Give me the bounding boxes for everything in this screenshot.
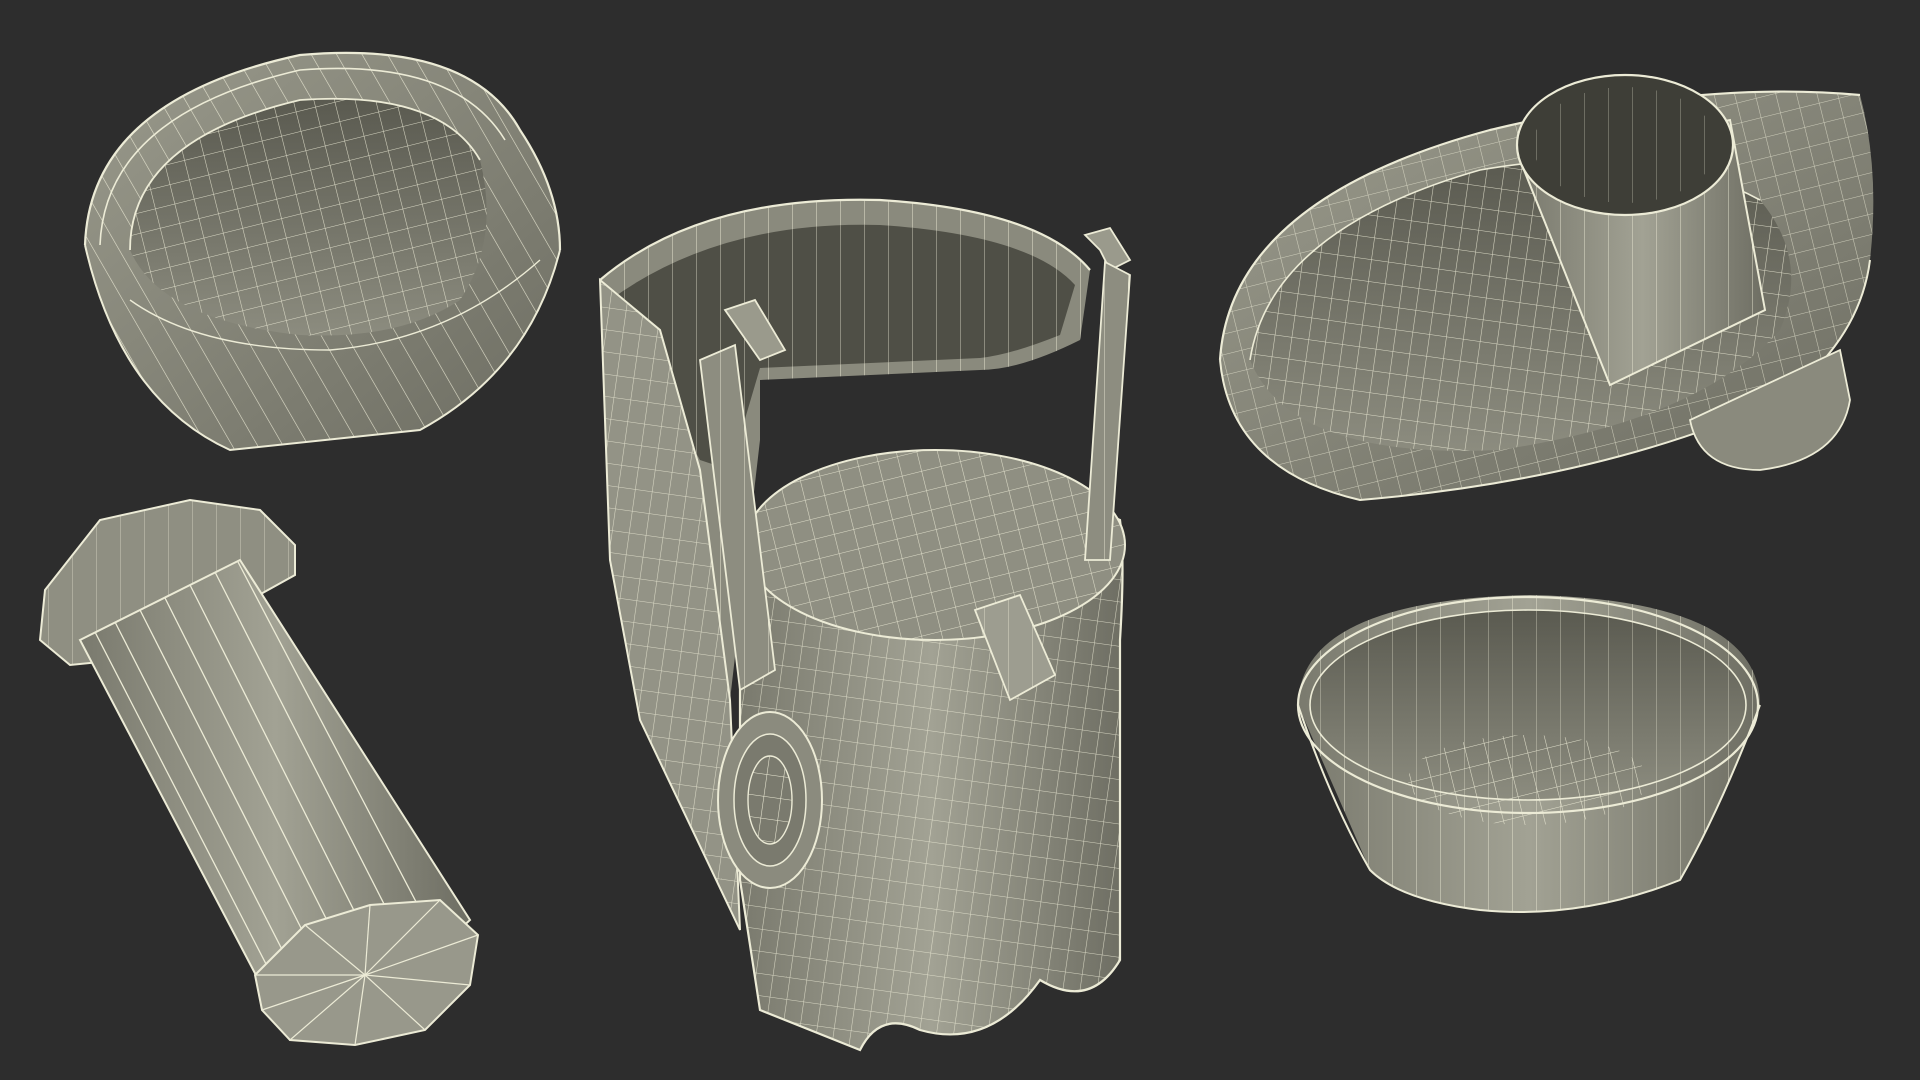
pulp-container-with-chute[interactable]: [1218, 73, 1874, 502]
filter-cylinder[interactable]: [38, 498, 480, 1047]
juicer-base[interactable]: [598, 198, 1132, 1052]
viewport[interactable]: [0, 0, 1920, 1080]
small-bowl[interactable]: [1296, 595, 1761, 913]
lid-ring-bowl[interactable]: [83, 51, 562, 452]
wireframe-scene: [38, 51, 1874, 1052]
